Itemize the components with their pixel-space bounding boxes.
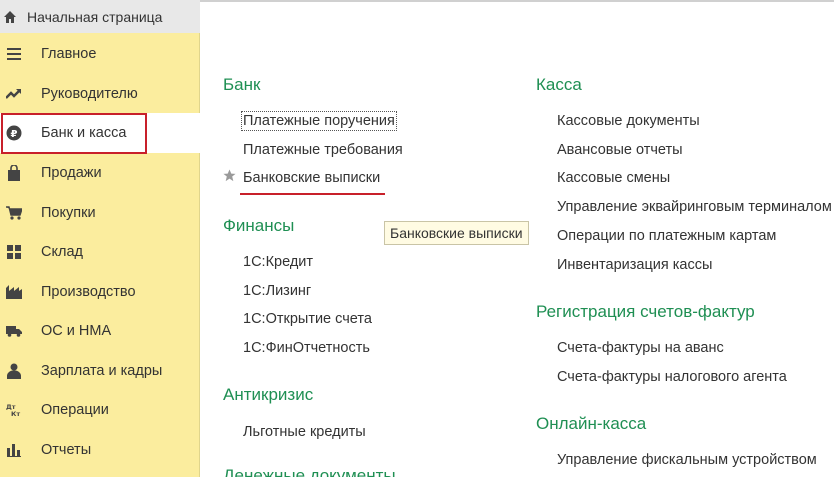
sidebar-item-sales[interactable]: Продажи (0, 153, 200, 193)
svg-text:Кт: Кт (11, 410, 20, 417)
home-tab[interactable]: Начальная страница (0, 0, 200, 33)
sidebar-item-manager[interactable]: Руководителю (0, 74, 200, 114)
sidebar-item-reports[interactable]: Отчеты (0, 430, 200, 470)
link-1c-leasing[interactable]: 1С:Лизинг (243, 283, 311, 299)
section-title-bank: Банк (223, 75, 261, 94)
link-advance-invoices[interactable]: Счета-фактуры на аванс (557, 340, 724, 356)
link-advance-reports[interactable]: Авансовые отчеты (557, 142, 683, 158)
factory-icon (6, 284, 22, 300)
link-card-operations[interactable]: Операции по платежным картам (557, 228, 776, 244)
sidebar-item-operations[interactable]: Дт Кт Операции (0, 390, 200, 430)
sidebar-item-label: Производство (41, 283, 136, 300)
sidebar-item-production[interactable]: Производство (0, 272, 200, 312)
home-tab-label: Начальная страница (27, 8, 163, 25)
link-payment-orders[interactable]: Платежные поручения (241, 111, 397, 131)
trend-up-icon (6, 86, 22, 102)
section-title-finance: Финансы (223, 216, 295, 235)
sidebar-item-label: Операции (41, 401, 109, 418)
home-icon (3, 10, 17, 24)
sidebar-item-label: Главное (41, 45, 97, 62)
link-cash-documents[interactable]: Кассовые документы (557, 113, 700, 129)
sidebar-item-purchases[interactable]: Покупки (0, 193, 200, 233)
shopping-bag-icon (6, 164, 22, 181)
link-fiscal-device[interactable]: Управление фискальным устройством (557, 452, 817, 468)
section-title-anticrisis: Антикризис (223, 385, 314, 404)
link-1c-account-opening[interactable]: 1С:Открытие счета (243, 311, 372, 327)
top-divider (200, 0, 834, 2)
link-preferential-credits[interactable]: Льготные кредиты (243, 424, 366, 440)
link-cash-inventory[interactable]: Инвентаризация кассы (557, 257, 712, 273)
tooltip: Банковские выписки (384, 221, 529, 245)
sidebar-item-label: Отчеты (41, 441, 92, 458)
sidebar-item-warehouse[interactable]: Склад (0, 232, 200, 272)
sidebar-item-label: Склад (41, 243, 83, 260)
section-title-online-kassa: Онлайн-касса (536, 414, 647, 433)
sidebar-item-bank-kassa[interactable]: ₽ Банк и касса (0, 113, 200, 153)
sidebar-item-label: Банк и касса (41, 124, 127, 141)
sidebar: Главное Руководителю ₽ Банк и касса Прод… (0, 33, 200, 477)
truck-icon (6, 323, 22, 339)
sidebar-item-fixed-assets[interactable]: ОС и НМА (0, 311, 200, 351)
link-payment-requests[interactable]: Платежные требования (243, 142, 403, 158)
cart-icon (6, 205, 22, 221)
sidebar-item-label: Продажи (41, 164, 102, 181)
sidebar-item-label: ОС и НМА (41, 322, 112, 339)
sidebar-item-main[interactable]: Главное (0, 34, 200, 74)
favorite-star-icon[interactable] (223, 169, 237, 183)
menu-lines-icon (6, 46, 22, 62)
bank-statements-red-underline (240, 193, 385, 195)
section-title-invoices: Регистрация счетов-фактур (536, 302, 755, 321)
section-title-kassa: Касса (536, 75, 582, 94)
link-acquiring-terminal[interactable]: Управление эквайринговым терминалом (557, 199, 832, 215)
link-bank-statements[interactable]: Банковские выписки (243, 170, 380, 186)
top-tab-bar: Начальная страница (0, 0, 200, 33)
svg-text:₽: ₽ (11, 129, 18, 140)
sidebar-item-label: Зарплата и кадры (41, 362, 163, 379)
sidebar-item-label: Руководителю (41, 85, 138, 102)
link-1c-credit[interactable]: 1С:Кредит (243, 254, 313, 270)
bar-chart-icon (6, 442, 22, 458)
link-cash-shifts[interactable]: Кассовые смены (557, 170, 670, 186)
link-1c-fin-reporting[interactable]: 1С:ФинОтчетность (243, 340, 370, 356)
section-title-money-docs: Денежные документы (223, 466, 396, 477)
sidebar-item-salary-hr[interactable]: Зарплата и кадры (0, 351, 200, 391)
sidebar-item-label: Покупки (41, 204, 96, 221)
link-tax-agent-invoices[interactable]: Счета-фактуры налогового агента (557, 369, 787, 385)
warehouse-grid-icon (6, 244, 22, 260)
dt-kt-icon: Дт Кт (6, 402, 22, 418)
ruble-coin-icon: ₽ (6, 125, 22, 141)
person-icon (6, 363, 22, 379)
